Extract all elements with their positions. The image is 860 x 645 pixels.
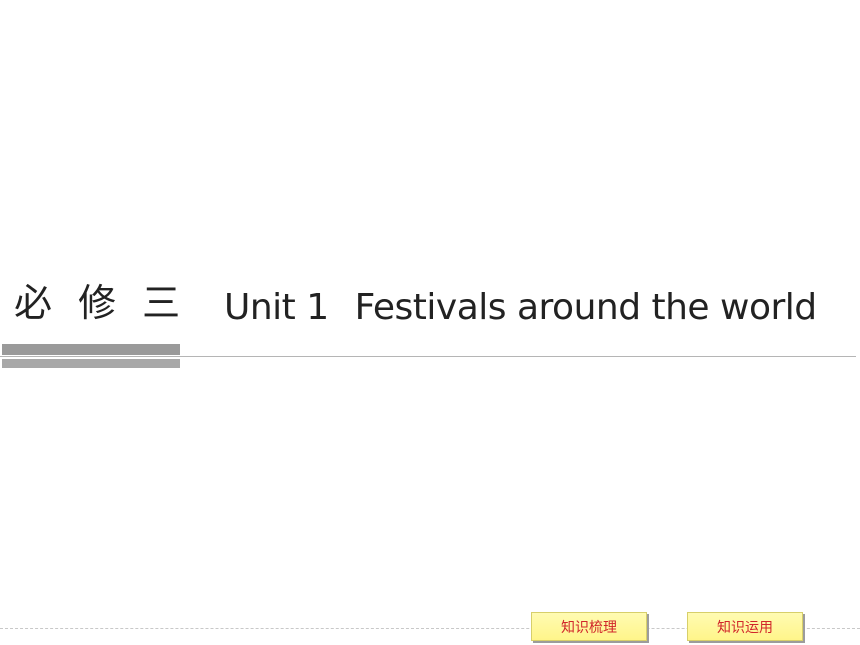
knowledge-practice-button[interactable]: 知识运用 [687, 612, 803, 641]
title-accent-bar-bottom [2, 359, 180, 368]
title-divider-line [0, 356, 856, 357]
unit-title: Festivals around the world [354, 287, 818, 328]
slide-canvas: 必 修 三 Unit 1 Festivals around the world 知… [0, 0, 860, 645]
title-accent-bar-top [2, 344, 180, 355]
module-label: 必 修 三 [14, 281, 188, 325]
unit-number: Unit 1 [224, 287, 329, 328]
unit-heading: Unit 1 Festivals around the world [224, 290, 817, 326]
knowledge-review-button[interactable]: 知识梳理 [531, 612, 647, 641]
